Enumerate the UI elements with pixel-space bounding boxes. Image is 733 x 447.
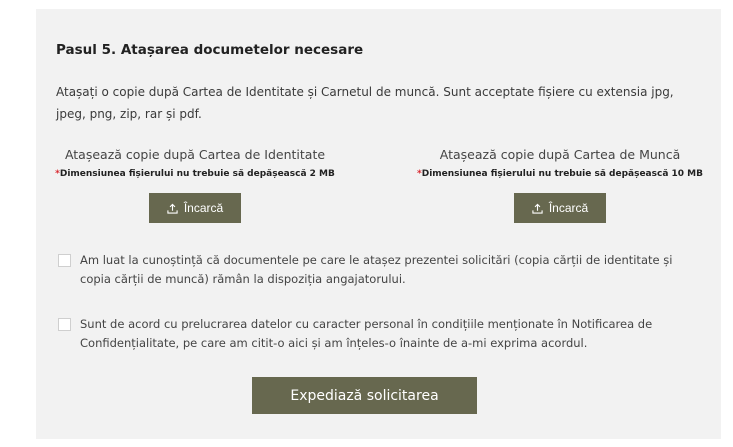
form-panel [36,9,721,439]
submit-button[interactable]: Expediază solicitarea [252,377,477,414]
upload-icon [532,203,543,214]
consent-gdpr-row: Sunt de acord cu prelucrarea datelor cu … [58,315,690,353]
consent-documents-row: Am luat la cunoștință că documentele pe … [58,251,690,289]
consent-gdpr-checkbox[interactable] [58,318,71,331]
upload-id-card-size-note: *Dimensiunea fișierului nu trebuie să de… [50,169,340,179]
upload-work-book-size-note: *Dimensiunea fișierului nu trebuie să de… [410,169,710,179]
upload-work-book-button[interactable]: Încarcă [514,193,606,223]
upload-button-label: Încarcă [548,201,589,215]
consent-documents-checkbox[interactable] [58,254,71,267]
upload-icon [167,203,178,214]
consent-gdpr-text: Sunt de acord cu prelucrarea datelor cu … [80,317,653,350]
upload-button-label: Încarcă [183,201,224,215]
upload-work-book-title: Atașează copie după Cartea de Muncă [439,147,681,162]
size-note-text: Dimensiunea fișierului nu trebuie să dep… [59,169,335,179]
step-description: Atașați o copie după Cartea de Identitat… [56,85,674,121]
upload-id-card: Atașează copie după Cartea de Identitate… [50,147,340,223]
upload-id-card-title: Atașează copie după Cartea de Identitate [64,147,326,162]
size-note-text: Dimensiunea fișierului nu trebuie să dep… [421,169,703,179]
step-title: Pasul 5. Atașarea documetelor necesare [56,42,364,58]
upload-id-card-button[interactable]: Încarcă [149,193,241,223]
consent-documents-text: Am luat la cunoștință că documentele pe … [80,253,673,286]
upload-work-book: Atașează copie după Cartea de Muncă *Dim… [410,147,710,223]
